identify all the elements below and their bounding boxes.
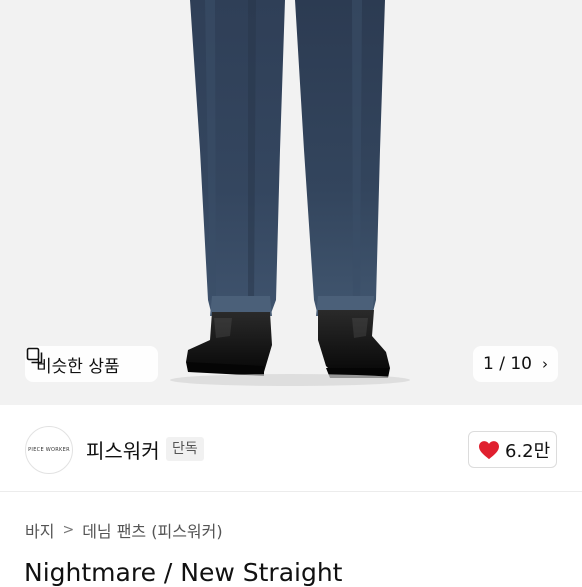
breadcrumb: 바지 > 데님 팬츠 (피스워커) [25, 518, 223, 542]
seller-row: PIECE WORKER 피스워커 단독 6.2만 [0, 405, 582, 492]
heart-icon [479, 440, 499, 459]
similar-products-label: 비슷한 상품 [36, 356, 120, 377]
similar-products-button[interactable]: 비슷한 상품 [25, 346, 158, 382]
chevron-right-icon: › [541, 355, 548, 373]
like-button[interactable]: 6.2만 [468, 431, 557, 468]
product-photo [170, 0, 410, 386]
breadcrumb-category[interactable]: 바지 [25, 518, 54, 542]
breadcrumb-separator: > [62, 522, 75, 538]
like-count: 6.2만 [505, 440, 551, 462]
breadcrumb-subcategory[interactable]: 데님 팬츠 (피스워커) [82, 518, 222, 542]
seller-logo-text: PIECE WORKER [28, 447, 70, 453]
image-counter: 1 / 10 [483, 354, 532, 374]
product-title: Nightmare / New Straight [24, 558, 343, 587]
seller-logo[interactable]: PIECE WORKER [25, 426, 73, 474]
seller-name[interactable]: 피스워커 [86, 435, 160, 464]
product-image-carousel[interactable]: 비슷한 상품 1 / 10 › [0, 0, 582, 405]
similar-products-icon [26, 347, 43, 364]
image-counter-button[interactable]: 1 / 10 › [473, 346, 558, 382]
exclusive-badge: 단독 [166, 437, 204, 461]
